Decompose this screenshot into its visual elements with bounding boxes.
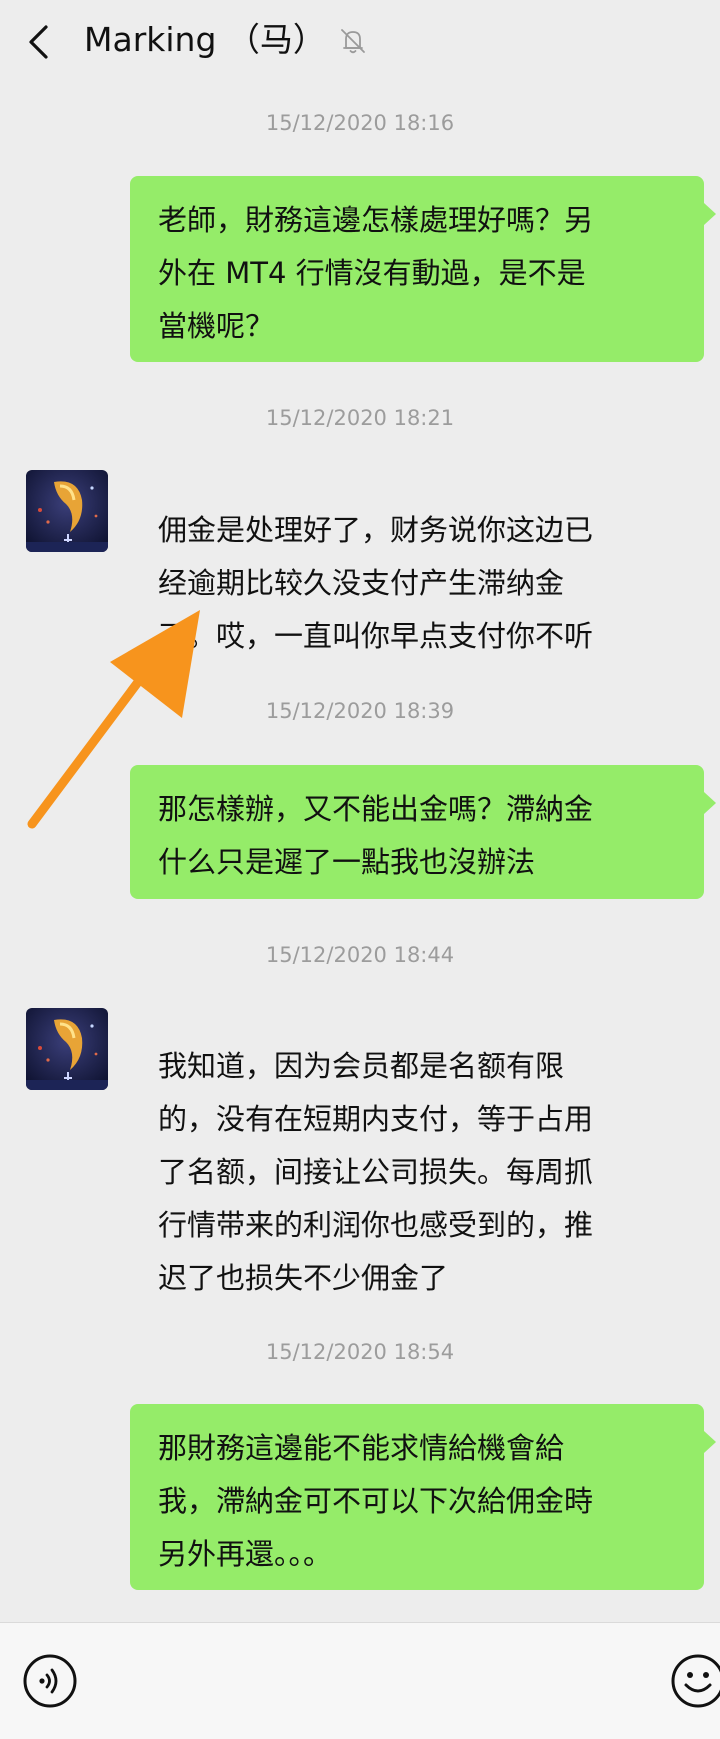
emoji-icon[interactable] <box>670 1653 720 1709</box>
message-timestamp: 15/12/2020 18:54 <box>265 1340 455 1364</box>
my-message-bubble[interactable]: 那財務這邊能不能求情給機會給 我，滯納金可不可以下次給佣金時 另外再還。。。 <box>130 1404 704 1590</box>
contact-avatar[interactable] <box>26 470 108 552</box>
mute-bell-icon <box>341 29 365 54</box>
message-timestamp: 15/12/2020 18:39 <box>265 699 455 723</box>
back-arrow-icon[interactable] <box>22 22 58 62</box>
contact-avatar[interactable] <box>26 1008 108 1090</box>
my-message-bubble[interactable]: 那怎樣辦，又不能出金嗎？滯納金 什么只是遲了一點我也沒辦法 <box>130 765 704 899</box>
contact-message-bubble[interactable]: 我知道，因为会员都是名额有限 的，没有在短期内支付，等于占用 了名额，间接让公司… <box>130 1022 710 1298</box>
voice-input-icon[interactable] <box>22 1653 78 1709</box>
message-timestamp: 15/12/2020 18:44 <box>265 943 455 967</box>
message-timestamp: 15/12/2020 18:21 <box>265 406 455 430</box>
bubble-tail <box>704 203 716 225</box>
my-message-bubble[interactable]: 老師，財務這邊怎樣處理好嗎？另 外在 MT4 行情沒有動過，是不是 當機呢？ <box>130 176 704 362</box>
message-timestamp: 15/12/2020 18:16 <box>265 111 455 135</box>
chat-input-bar <box>0 1622 720 1739</box>
chat-title: Marking （马） <box>84 20 326 59</box>
bubble-tail <box>704 792 716 814</box>
chat-header: Marking （马） <box>0 0 720 82</box>
bubble-tail <box>704 1431 716 1453</box>
